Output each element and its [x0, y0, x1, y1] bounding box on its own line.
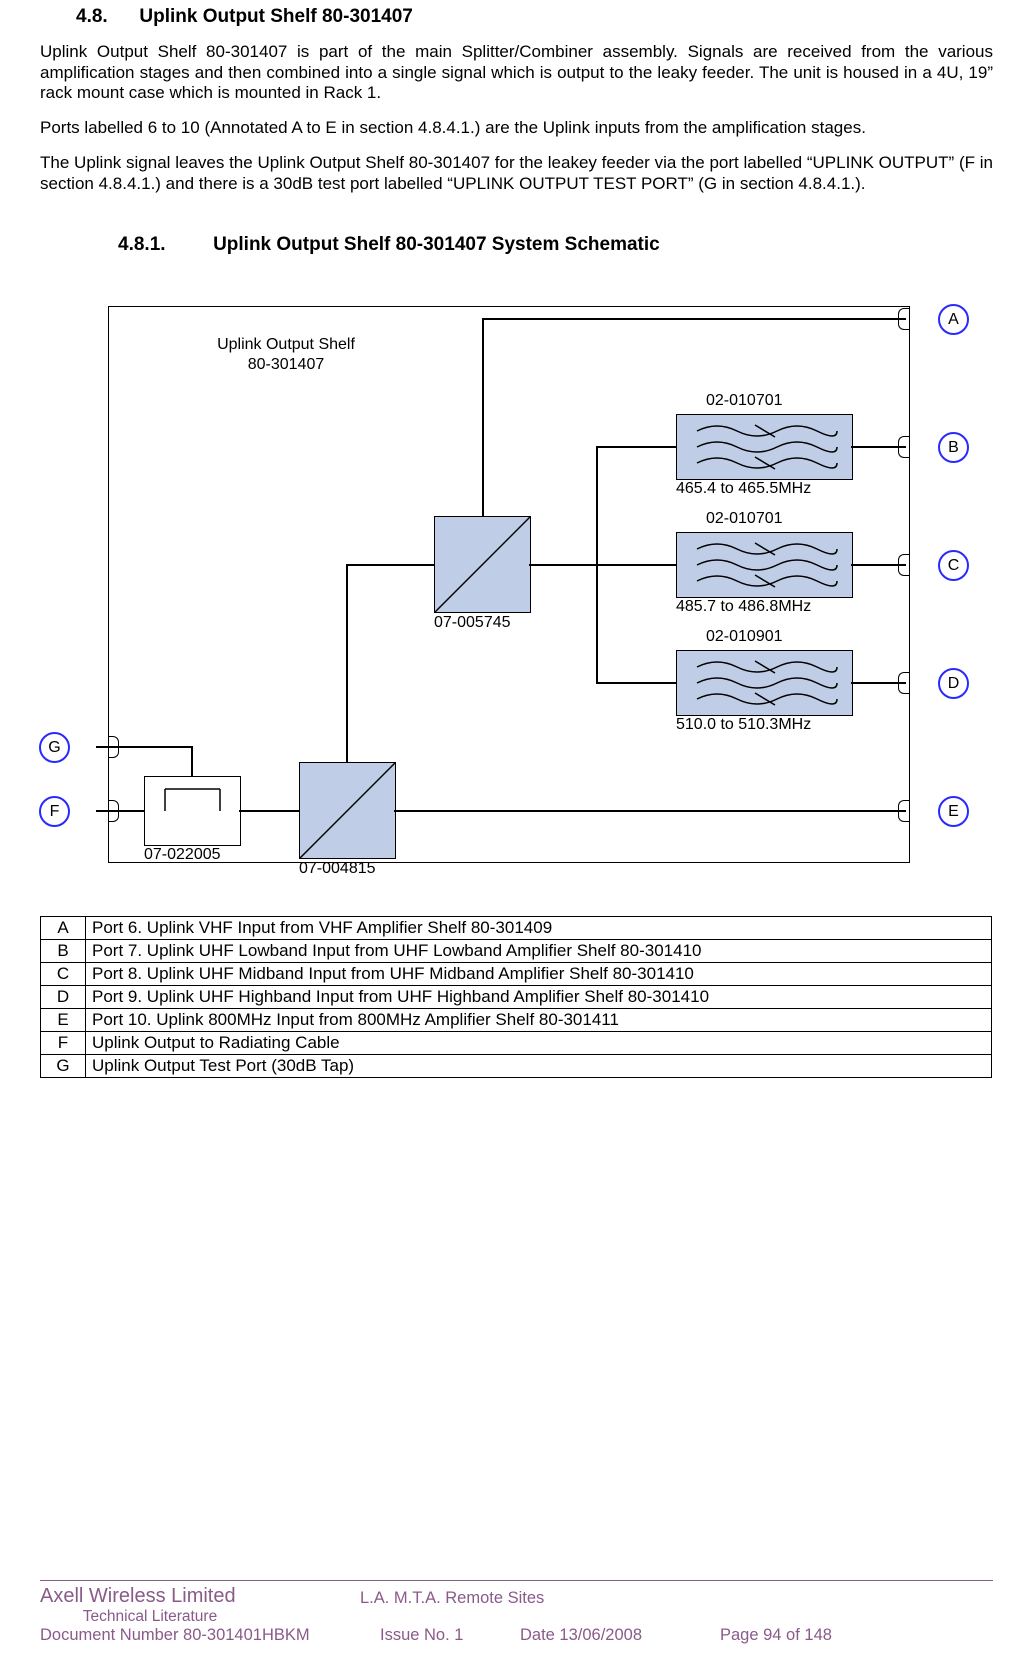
- table-key: G: [41, 1055, 86, 1078]
- footer-issue: Issue No. 1: [380, 1626, 520, 1645]
- coupler: [144, 776, 241, 846]
- splitter-2: [299, 762, 396, 859]
- table-val: Uplink Output Test Port (30dB Tap): [86, 1055, 992, 1078]
- diagram-title-2: 80-301407: [186, 356, 386, 374]
- section-num: 4.8.: [76, 6, 108, 27]
- table-val: Port 8. Uplink UHF Midband Input from UH…: [86, 963, 992, 986]
- filter-d-partno: 02-010901: [706, 628, 783, 646]
- port-description-table: APort 6. Uplink VHF Input from VHF Ampli…: [40, 916, 992, 1078]
- section-4.8.1-heading: 4.8.1. Uplink Output Shelf 80-301407 Sys…: [118, 234, 993, 256]
- section-title: Uplink Output Shelf 80-301407: [139, 6, 412, 27]
- table-val: Uplink Output to Radiating Cable: [86, 1032, 992, 1055]
- table-row: EPort 10. Uplink 800MHz Input from 800MH…: [41, 1009, 992, 1032]
- footer-docnum: Document Number 80-301401HBKM: [40, 1626, 380, 1645]
- table-key: D: [41, 986, 86, 1009]
- paragraph-2: Ports labelled 6 to 10 (Annotated A to E…: [40, 118, 993, 139]
- port-e-marker: E: [938, 796, 969, 827]
- table-val: Port 6. Uplink VHF Input from VHF Amplif…: [86, 917, 992, 940]
- table-key: E: [41, 1009, 86, 1032]
- filter-c-range: 485.7 to 486.8MHz: [676, 598, 811, 616]
- filter-b-partno: 02-010701: [706, 392, 783, 410]
- table-row: FUplink Output to Radiating Cable: [41, 1032, 992, 1055]
- footer-date: Date 13/06/2008: [520, 1626, 720, 1645]
- filter-b: [676, 414, 853, 480]
- filter-c-partno: 02-010701: [706, 510, 783, 528]
- table-row: APort 6. Uplink VHF Input from VHF Ampli…: [41, 917, 992, 940]
- section-4.8-heading: 4.8. Uplink Output Shelf 80-301407: [76, 6, 993, 28]
- port-a-marker: A: [938, 304, 969, 335]
- table-val: Port 7. Uplink UHF Lowband Input from UH…: [86, 940, 992, 963]
- system-schematic-diagram: Uplink Output Shelf 80-301407 A B C D E …: [36, 296, 986, 886]
- subsection-num: 4.8.1.: [118, 234, 166, 255]
- table-row: CPort 8. Uplink UHF Midband Input from U…: [41, 963, 992, 986]
- splitter-1-partno: 07-005745: [434, 614, 511, 632]
- filter-d-range: 510.0 to 510.3MHz: [676, 716, 811, 734]
- table-key: C: [41, 963, 86, 986]
- port-d-marker: D: [938, 668, 969, 699]
- table-val: Port 10. Uplink 800MHz Input from 800MHz…: [86, 1009, 992, 1032]
- footer-center: L.A. M.T.A. Remote Sites: [360, 1585, 620, 1626]
- port-b-marker: B: [938, 432, 969, 463]
- filter-c: [676, 532, 853, 598]
- table-row: BPort 7. Uplink UHF Lowband Input from U…: [41, 940, 992, 963]
- table-key: A: [41, 917, 86, 940]
- page-footer: Axell Wireless Limited Technical Literat…: [0, 1580, 1033, 1645]
- filter-d: [676, 650, 853, 716]
- table-key: B: [41, 940, 86, 963]
- table-val: Port 9. Uplink UHF Highband Input from U…: [86, 986, 992, 1009]
- filter-b-range: 465.4 to 465.5MHz: [676, 480, 811, 498]
- table-row: GUplink Output Test Port (30dB Tap): [41, 1055, 992, 1078]
- splitter-2-partno: 07-004815: [299, 860, 376, 878]
- footer-brand: Axell Wireless Limited: [40, 1585, 360, 1608]
- table-row: DPort 9. Uplink UHF Highband Input from …: [41, 986, 992, 1009]
- subsection-title: Uplink Output Shelf 80-301407 System Sch…: [213, 234, 660, 255]
- paragraph-1: Uplink Output Shelf 80-301407 is part of…: [40, 42, 993, 104]
- coupler-partno: 07-022005: [144, 846, 221, 864]
- paragraph-3: The Uplink signal leaves the Uplink Outp…: [40, 153, 993, 194]
- port-c-marker: C: [938, 550, 969, 581]
- port-f-marker: F: [39, 796, 70, 827]
- footer-page: Page 94 of 148: [720, 1626, 832, 1645]
- splitter-1: [434, 516, 531, 613]
- footer-sub: Technical Literature: [40, 1608, 260, 1626]
- table-key: F: [41, 1032, 86, 1055]
- port-g-marker: G: [39, 732, 70, 763]
- diagram-title-1: Uplink Output Shelf: [186, 336, 386, 354]
